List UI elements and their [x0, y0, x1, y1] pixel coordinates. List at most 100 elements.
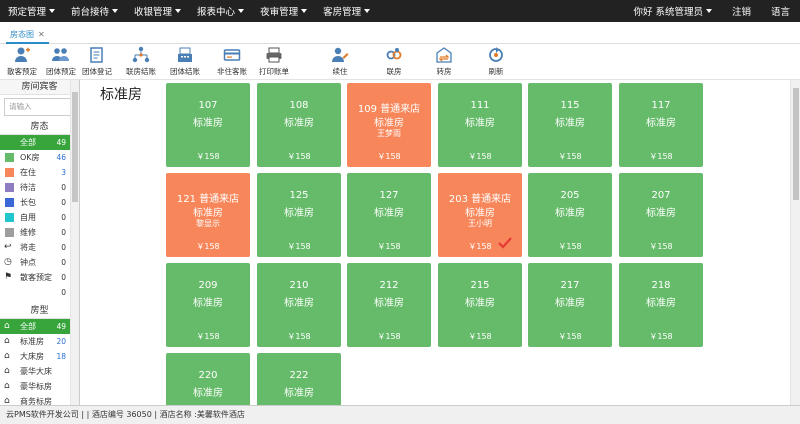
top-menu-label: 夜审管理	[260, 7, 299, 18]
status-filter-item[interactable]: 在住 3	[0, 165, 79, 180]
room-type-filter-item[interactable]: ⌂ 豪华标房	[0, 379, 79, 394]
scrollbar-thumb[interactable]	[72, 92, 78, 202]
status-filter-item[interactable]: 维修 0	[0, 225, 79, 240]
room-number: 222	[289, 370, 309, 381]
room-card[interactable]: 203 普通来店 标准房 王小明 ￥158	[438, 173, 522, 257]
room-card[interactable]: 207 标准房 ￥158	[619, 173, 703, 257]
room-card[interactable]: 109 普通来店 标准房 王梦雨 ￥158	[347, 83, 431, 167]
room-card[interactable]: 217 标准房 ￥158	[528, 263, 612, 347]
room-card[interactable]: 220 标准房	[166, 353, 250, 405]
logout-link[interactable]: 注销	[722, 0, 761, 22]
status-filter-item[interactable]: ◷ 钟点 0	[0, 255, 79, 270]
room-card[interactable]: 210 标准房 ￥158	[257, 263, 341, 347]
room-type: 标准房	[555, 118, 585, 129]
toolbar-button[interactable]: 转房	[422, 46, 466, 80]
room-card[interactable]: 215 标准房 ￥158	[438, 263, 522, 347]
toolbar-button[interactable]: 续住	[318, 46, 362, 80]
room-card[interactable]: 121 普通来店 标准房 黎显示 ￥158	[166, 173, 250, 257]
top-menu-item[interactable]: 预定管理	[0, 0, 63, 22]
top-menu-item[interactable]: 夜审管理	[252, 0, 315, 22]
toolbar-button[interactable]: 散客预定	[0, 46, 44, 80]
status-filter-label: 在住	[20, 168, 36, 177]
status-extra-count: 0	[61, 288, 66, 297]
status-filter-item[interactable]: ⚑ 散客预定 0	[0, 270, 79, 285]
room-type: 标准房	[465, 208, 495, 219]
top-menu-item[interactable]: 收银管理	[126, 0, 189, 22]
status-filter-item[interactable]: 自用 0	[0, 210, 79, 225]
room-card[interactable]: 209 标准房 ￥158	[166, 263, 250, 347]
toolbar-button[interactable]: 团体登记	[75, 46, 119, 80]
status-filter-count: 0	[61, 213, 66, 222]
room-card[interactable]: 107 标准房 ￥158	[166, 83, 250, 167]
room-card[interactable]: 108 标准房 ￥158	[257, 83, 341, 167]
room-card[interactable]: 111 标准房 ￥158	[438, 83, 522, 167]
toolbar-button-label: 转房	[436, 67, 452, 76]
tab-label: 房态图	[10, 29, 34, 39]
status-filter-item[interactable]: 全部 49	[0, 135, 79, 150]
sidebar-scrollbar[interactable]	[70, 80, 79, 405]
language-link[interactable]: 语言	[761, 0, 800, 22]
status-filter-item[interactable]: 长包 0	[0, 195, 79, 210]
status-color-swatch	[5, 153, 14, 162]
room-card[interactable]: 218 标准房 ￥158	[619, 263, 703, 347]
room-type-label: 豪华大床	[20, 367, 52, 376]
room-card[interactable]: 212 标准房 ￥158	[347, 263, 431, 347]
toolbar-button[interactable]: 联房结账	[119, 46, 163, 80]
room-type-filter-item[interactable]: ⌂ 标准房 20	[0, 334, 79, 349]
toolbar-button[interactable]: 非住客账	[210, 46, 254, 80]
status-color-swatch	[5, 228, 14, 237]
room-number: 107	[198, 100, 218, 111]
status-filter-item[interactable]: OK房 46	[0, 150, 79, 165]
room-type-list: ⌂ 全部 49 ⌂ 标准房 20 ⌂ 大床房 18 ⌂ 豪华大床 ⌂ 豪华标房 ⌂ 商务标房	[0, 319, 79, 405]
room-price: ￥158	[377, 242, 401, 251]
room-type-filter-item[interactable]: ⌂ 商务标房	[0, 394, 79, 405]
room-card[interactable]: 117 标准房 ￥158	[619, 83, 703, 167]
top-menu-item[interactable]: 客房管理	[315, 0, 378, 22]
toolbar-button[interactable]: 打印账单	[252, 46, 296, 80]
top-menu-item[interactable]: 报表中心	[189, 0, 252, 22]
chevron-down-icon	[364, 9, 371, 13]
room-card[interactable]: 127 标准房 ￥158	[347, 173, 431, 257]
chevron-down-icon	[705, 9, 712, 13]
status-filter-label: 散客预定	[20, 273, 52, 282]
room-type: 标准房	[374, 298, 404, 309]
room-card[interactable]: 222 标准房	[257, 353, 341, 405]
room-price: ￥158	[196, 152, 220, 161]
status-filter-label: 待洁	[20, 183, 36, 192]
room-card[interactable]: 205 标准房 ￥158	[528, 173, 612, 257]
toolbar-button[interactable]: 刷新	[474, 46, 518, 80]
top-menu-item[interactable]: 前台接待	[63, 0, 126, 22]
toolbar-button[interactable]: 联房	[372, 46, 416, 80]
room-card[interactable]: 125 标准房 ￥158	[257, 173, 341, 257]
house-icon: ⌂	[4, 336, 10, 346]
room-price: ￥158	[287, 152, 311, 161]
greeting-text: 你好 系统管理员	[633, 7, 703, 18]
status-list: 全部 49 OK房 46 在住 3 待洁 0 长包 0 自用 0 维修 0 ↩ 将走 0 ◷ 钟点 0 ⚑ 散客预定 0	[0, 135, 79, 285]
user-menu[interactable]: 你好 系统管理员	[623, 0, 722, 22]
search-input[interactable]: 请输入	[4, 98, 75, 116]
card-icon	[223, 46, 241, 64]
tab-room-status[interactable]: 房态图 ✕	[6, 26, 49, 44]
top-menu-label: 客房管理	[323, 7, 362, 18]
room-type-label: 豪华标房	[20, 382, 52, 391]
sidebar-title: 房间宾客	[0, 80, 79, 95]
scrollbar-thumb[interactable]	[793, 88, 799, 200]
room-type-filter-item[interactable]: ⌂ 全部 49	[0, 319, 79, 334]
toolbar-button[interactable]: 团体结账	[163, 46, 207, 80]
room-card[interactable]: 115 标准房 ￥158	[528, 83, 612, 167]
room-price: ￥158	[558, 242, 582, 251]
room-type-filter-item[interactable]: ⌂ 大床房 18	[0, 349, 79, 364]
room-price: ￥158	[196, 332, 220, 341]
room-type-filter-item[interactable]: ⌂ 豪华大床	[0, 364, 79, 379]
toolbar-button-label: 团体登记	[82, 67, 112, 76]
room-number: 210	[289, 280, 309, 291]
main-scrollbar[interactable]	[790, 80, 800, 405]
status-filter-item[interactable]: ↩ 将走 0	[0, 240, 79, 255]
room-type: 标准房	[465, 298, 495, 309]
room-price: ￥158	[196, 242, 220, 251]
flag-icon: ⚑	[4, 272, 13, 282]
status-filter-count: 3	[61, 168, 66, 177]
close-icon[interactable]: ✕	[38, 30, 45, 39]
status-filter-item[interactable]: 待洁 0	[0, 180, 79, 195]
room-type-count: 49	[56, 322, 66, 331]
